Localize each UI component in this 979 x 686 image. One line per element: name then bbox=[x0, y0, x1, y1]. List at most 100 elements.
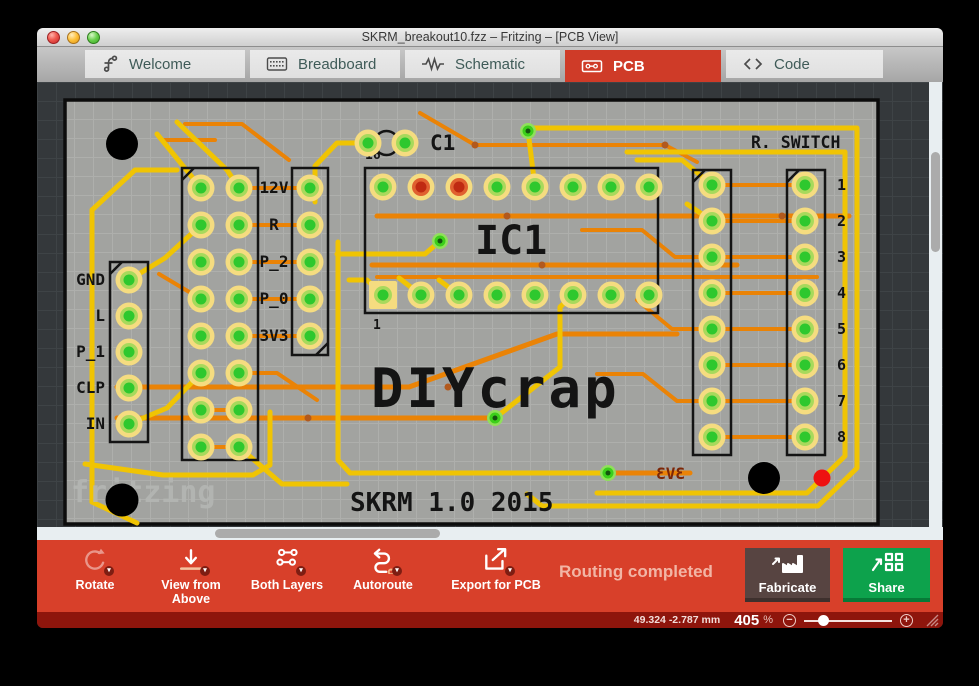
both-layers-dropdown-arrow[interactable]: ▾ bbox=[296, 566, 306, 576]
tab-breadboard[interactable]: Breadboard bbox=[250, 50, 400, 78]
pcb-pad[interactable] bbox=[225, 248, 253, 276]
pcb-pad[interactable] bbox=[635, 173, 663, 201]
rotate-dropdown-arrow[interactable]: ▾ bbox=[104, 566, 114, 576]
ic-label[interactable]: IC1 bbox=[475, 218, 547, 264]
pcb-pad[interactable] bbox=[115, 266, 143, 294]
minimize-button[interactable] bbox=[67, 31, 80, 44]
pcb-pad[interactable] bbox=[445, 173, 473, 201]
pcb-pad[interactable] bbox=[698, 387, 726, 415]
pcb-pad[interactable] bbox=[791, 387, 819, 415]
pcb-pad[interactable] bbox=[296, 322, 324, 350]
horizontal-scroll-thumb[interactable] bbox=[215, 529, 440, 538]
pcb-pad[interactable] bbox=[698, 315, 726, 343]
zoom-out-button[interactable]: − bbox=[783, 613, 796, 627]
tab-welcome[interactable]: Welcome bbox=[85, 50, 245, 78]
resize-grip[interactable] bbox=[923, 613, 939, 627]
pcb-pad[interactable] bbox=[369, 173, 397, 201]
pcb-pad[interactable] bbox=[483, 173, 511, 201]
fabricate-button[interactable]: Fabricate bbox=[745, 548, 830, 602]
tab-code[interactable]: Code bbox=[726, 50, 883, 78]
pcb-pad[interactable] bbox=[597, 281, 625, 309]
pcb-pad[interactable] bbox=[225, 285, 253, 313]
pcb-pad[interactable] bbox=[791, 351, 819, 379]
pcb-pad[interactable] bbox=[115, 410, 143, 438]
pcb-pad[interactable] bbox=[483, 281, 511, 309]
pcb-pad[interactable] bbox=[187, 322, 215, 350]
capacitor-label[interactable]: C1 bbox=[430, 131, 455, 155]
rotate-button[interactable]: ▾ Rotate bbox=[47, 546, 143, 606]
autoroute-dropdown-arrow[interactable]: ▾ bbox=[392, 566, 402, 576]
pcb-pad[interactable] bbox=[635, 281, 663, 309]
pcb-pad[interactable] bbox=[187, 174, 215, 202]
pcb-pad[interactable] bbox=[407, 173, 435, 201]
pcb-pad[interactable] bbox=[597, 173, 625, 201]
pcb-pad[interactable] bbox=[225, 211, 253, 239]
share-button[interactable]: Share bbox=[843, 548, 930, 602]
pcb-via[interactable] bbox=[520, 123, 536, 139]
vertical-scrollbar[interactable] bbox=[929, 82, 942, 527]
pcb-via[interactable] bbox=[600, 465, 616, 481]
zoom-level-value[interactable]: 405 bbox=[734, 612, 759, 629]
pcb-pad[interactable] bbox=[698, 243, 726, 271]
pcb-via[interactable] bbox=[487, 410, 503, 426]
zoom-in-button[interactable]: + bbox=[900, 613, 913, 627]
pcb-pad[interactable] bbox=[521, 281, 549, 309]
pcb-pad[interactable] bbox=[187, 211, 215, 239]
pcb-pad[interactable] bbox=[698, 423, 726, 451]
pcb-pad[interactable] bbox=[187, 285, 215, 313]
zoom-slider-thumb[interactable] bbox=[818, 614, 829, 626]
pcb-pad[interactable] bbox=[296, 248, 324, 276]
pcb-pad[interactable] bbox=[187, 359, 215, 387]
pcb-pad[interactable] bbox=[791, 171, 819, 199]
export-for-pcb-button[interactable]: ▾ Export for PCB bbox=[431, 546, 561, 606]
pcb-pad[interactable] bbox=[521, 173, 549, 201]
pcb-pad[interactable] bbox=[225, 322, 253, 350]
pcb-pad[interactable] bbox=[187, 396, 215, 424]
pcb-pad[interactable] bbox=[187, 433, 215, 461]
pcb-pad[interactable] bbox=[225, 396, 253, 424]
pcb-pad[interactable] bbox=[296, 285, 324, 313]
both-layers-button[interactable]: ▾ Both Layers bbox=[239, 546, 335, 606]
pcb-pad[interactable] bbox=[391, 129, 419, 157]
pcb-pad[interactable] bbox=[296, 174, 324, 202]
pcb-pad[interactable] bbox=[115, 374, 143, 402]
pcb-pad[interactable] bbox=[698, 351, 726, 379]
pcb-pad[interactable] bbox=[225, 359, 253, 387]
pcb-pad[interactable] bbox=[296, 211, 324, 239]
view-from-above-dropdown-arrow[interactable]: ▾ bbox=[200, 566, 210, 576]
tab-schematic[interactable]: Schematic bbox=[405, 50, 560, 78]
vertical-scroll-thumb[interactable] bbox=[931, 152, 940, 252]
horizontal-scrollbar[interactable] bbox=[37, 527, 929, 540]
pcb-drawing[interactable]: IC1 C1 16 1 R. SWITCH DIYcrap SKRM 1.0 2… bbox=[37, 82, 929, 528]
pcb-pad[interactable] bbox=[225, 174, 253, 202]
pcb-pad[interactable] bbox=[698, 171, 726, 199]
pcb-pad[interactable] bbox=[791, 315, 819, 343]
export-dropdown-arrow[interactable]: ▾ bbox=[505, 566, 515, 576]
pcb-via[interactable] bbox=[432, 233, 448, 249]
zoom-button[interactable] bbox=[87, 31, 100, 44]
autoroute-button[interactable]: ▾ Autoroute bbox=[335, 546, 431, 606]
pcb-pad[interactable] bbox=[115, 338, 143, 366]
pcb-pad[interactable] bbox=[354, 129, 382, 157]
pcb-pad[interactable] bbox=[407, 281, 435, 309]
pcb-pad[interactable] bbox=[791, 279, 819, 307]
pcb-pad[interactable] bbox=[559, 281, 587, 309]
board-version-silk[interactable]: SKRM 1.0 2015 bbox=[350, 488, 554, 518]
view-from-above-button[interactable]: ▾ View from Above bbox=[143, 546, 239, 606]
close-button[interactable] bbox=[47, 31, 60, 44]
pcb-pad[interactable] bbox=[791, 207, 819, 235]
title-bar[interactable]: SKRM_breakout10.fzz – Fritzing – [PCB Vi… bbox=[37, 28, 943, 47]
switch-label[interactable]: R. SWITCH bbox=[751, 133, 840, 152]
pcb-pad[interactable] bbox=[559, 173, 587, 201]
pcb-pad[interactable] bbox=[225, 433, 253, 461]
pcb-pad[interactable] bbox=[115, 302, 143, 330]
pcb-pad[interactable] bbox=[698, 279, 726, 307]
pcb-pad[interactable] bbox=[445, 281, 473, 309]
tab-pcb[interactable]: PCB bbox=[565, 50, 721, 82]
pcb-pad[interactable] bbox=[791, 243, 819, 271]
zoom-slider[interactable] bbox=[804, 614, 892, 627]
pcb-pad[interactable] bbox=[698, 207, 726, 235]
pcb-pad[interactable] bbox=[791, 423, 819, 451]
pcb-canvas[interactable]: IC1 C1 16 1 R. SWITCH DIYcrap SKRM 1.0 2… bbox=[37, 82, 943, 540]
pcb-pad[interactable] bbox=[187, 248, 215, 276]
